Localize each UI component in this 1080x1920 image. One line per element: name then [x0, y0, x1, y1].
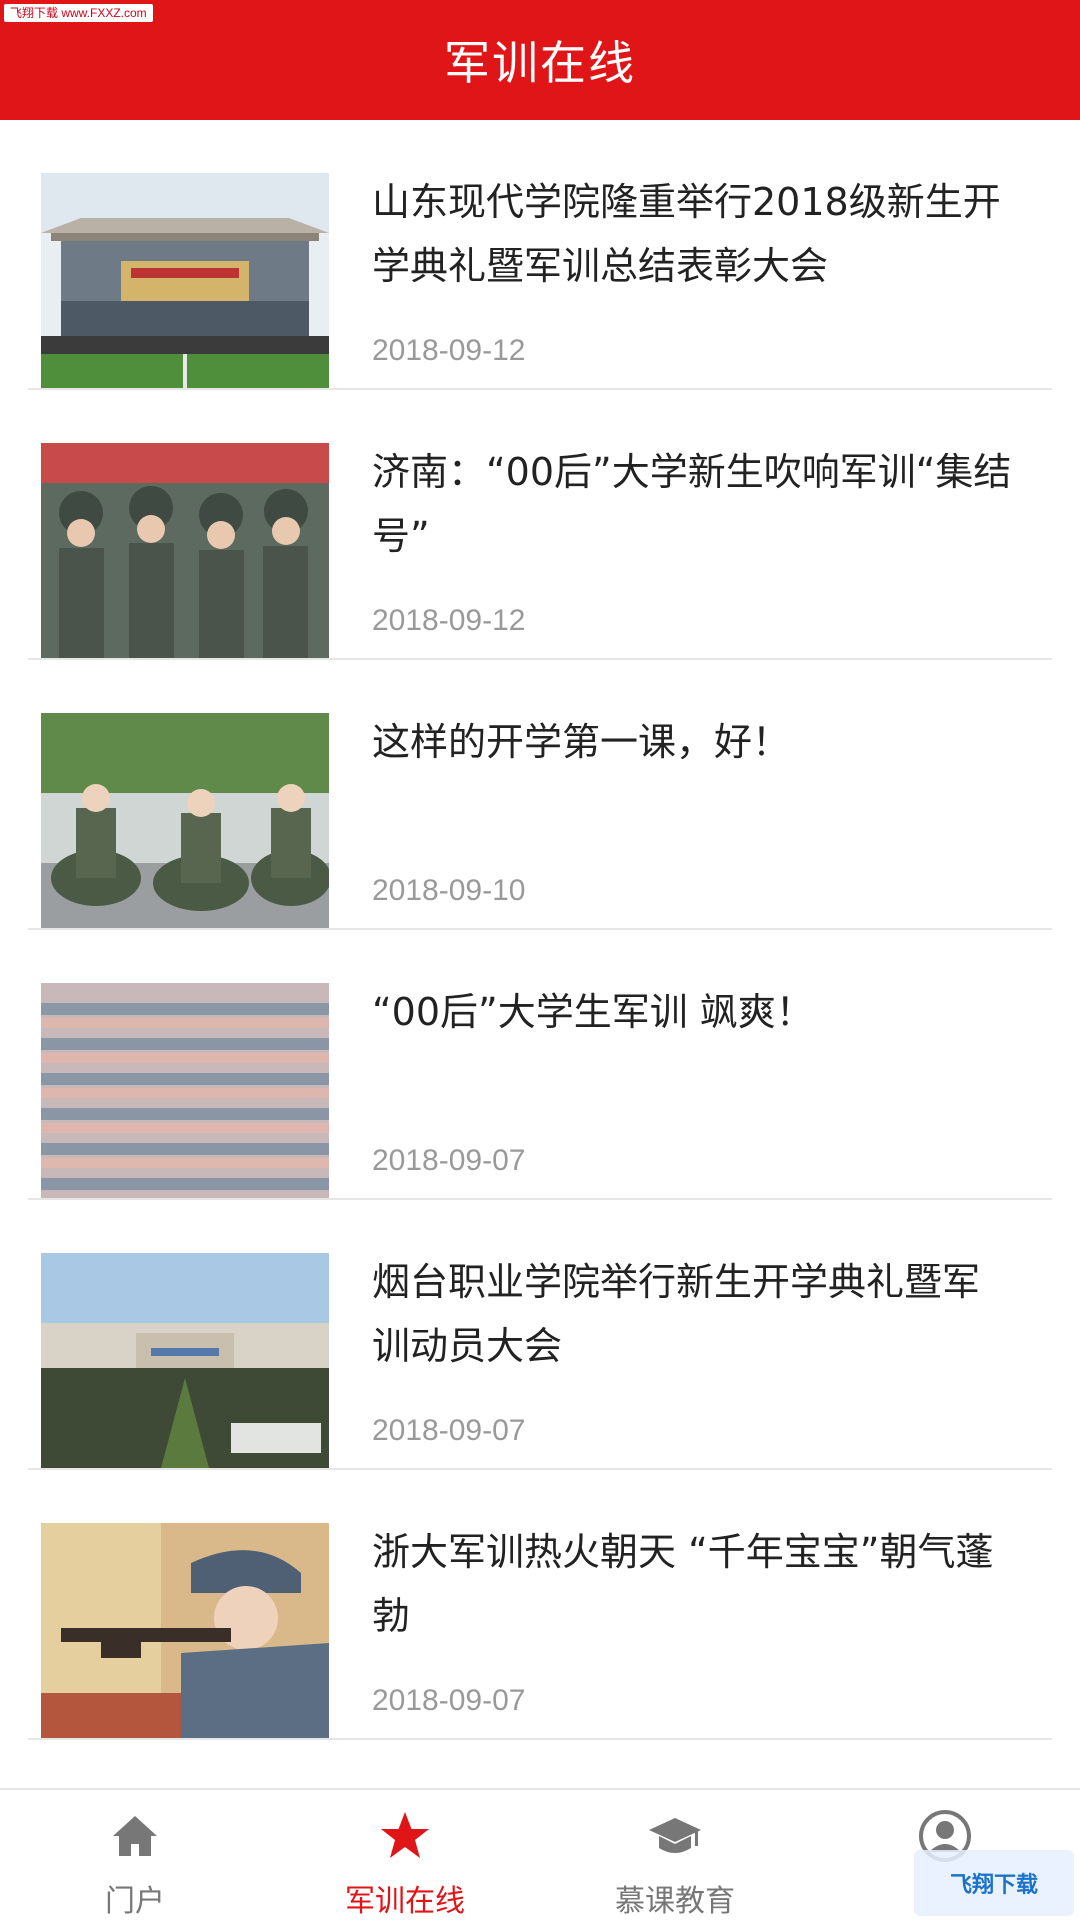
crowd-arms-raised-image: [41, 983, 329, 1198]
article-thumbnail: [41, 1523, 329, 1738]
tab-label: 门户: [105, 1884, 165, 1919]
article-title: “00后”大学生军训 飒爽！: [372, 990, 814, 1034]
article-title: 山东现代学院隆重举行2018级新生开学典礼暨军训总结表彰大会: [372, 180, 1001, 288]
article-date: 2018-09-07: [372, 1144, 526, 1177]
article-title: 济南：“00后”大学新生吹响军训“集结号”: [372, 450, 1012, 558]
article-thumbnail: [41, 713, 329, 928]
list-item[interactable]: 这样的开学第一课，好！ 2018-09-10: [0, 660, 1080, 930]
graduation-cap-icon: [649, 1818, 701, 1853]
app-header: 军训在线 飞翔下载 www.FXXZ.com: [0, 0, 1080, 120]
list-item[interactable]: “00后”大学生军训 飒爽！ 2018-09-07: [0, 930, 1080, 1200]
bottom-tab-bar: 门户 军训在线 慕课教育 飞翔下载: [0, 1788, 1080, 1920]
watermark-logo: 飞翔下载: [914, 1850, 1074, 1916]
article-title: 烟台职业学院举行新生开学典礼暨军训动员大会: [372, 1260, 981, 1368]
article-date: 2018-09-12: [372, 334, 526, 367]
tab-mooc[interactable]: 慕课教育: [540, 1790, 810, 1920]
app-screen: 军训在线 飞翔下载 www.FXXZ.com 山东现代学院隆重举行2018级新生…: [0, 0, 1080, 1920]
list-item[interactable]: 济南：“00后”大学新生吹响军训“集结号” 2018-09-12: [0, 390, 1080, 660]
tab-profile[interactable]: 飞翔下载: [810, 1790, 1080, 1920]
campus-assembly-image: [41, 1253, 329, 1468]
students-in-camouflage-image: [41, 443, 329, 658]
article-date: 2018-09-12: [372, 604, 526, 637]
stadium-ceremony-image: [41, 173, 329, 388]
star-icon: [381, 1812, 429, 1858]
student-aiming-rifle-image: [41, 1523, 329, 1738]
tab-military-training[interactable]: 军训在线: [270, 1790, 540, 1920]
article-date: 2018-09-07: [372, 1414, 526, 1447]
list-item[interactable]: 烟台职业学院举行新生开学典礼暨军训动员大会 2018-09-07: [0, 1200, 1080, 1470]
article-thumbnail: [41, 1253, 329, 1468]
article-thumbnail: [41, 983, 329, 1198]
home-icon: [113, 1816, 157, 1856]
article-title: 浙大军训热火朝天 “千年宝宝”朝气蓬勃: [372, 1530, 994, 1638]
list-item[interactable]: 山东现代学院隆重举行2018级新生开学典礼暨军训总结表彰大会 2018-09-1…: [0, 120, 1080, 390]
tab-portal[interactable]: 门户: [0, 1790, 270, 1920]
article-list: 山东现代学院隆重举行2018级新生开学典礼暨军训总结表彰大会 2018-09-1…: [0, 120, 1080, 1740]
article-title: 这样的开学第一课，好！: [372, 720, 791, 764]
article-thumbnail: [41, 443, 329, 658]
watermark-badge: 飞翔下载 www.FXXZ.com: [4, 4, 153, 22]
article-date: 2018-09-07: [372, 1684, 526, 1717]
article-thumbnail: [41, 173, 329, 388]
tab-label: 军训在线: [345, 1884, 465, 1919]
page-title: 军训在线: [444, 36, 636, 90]
girls-sitting-image: [41, 713, 329, 928]
tab-label: 慕课教育: [615, 1884, 735, 1919]
list-item[interactable]: 浙大军训热火朝天 “千年宝宝”朝气蓬勃 2018-09-07: [0, 1470, 1080, 1740]
article-date: 2018-09-10: [372, 874, 526, 907]
